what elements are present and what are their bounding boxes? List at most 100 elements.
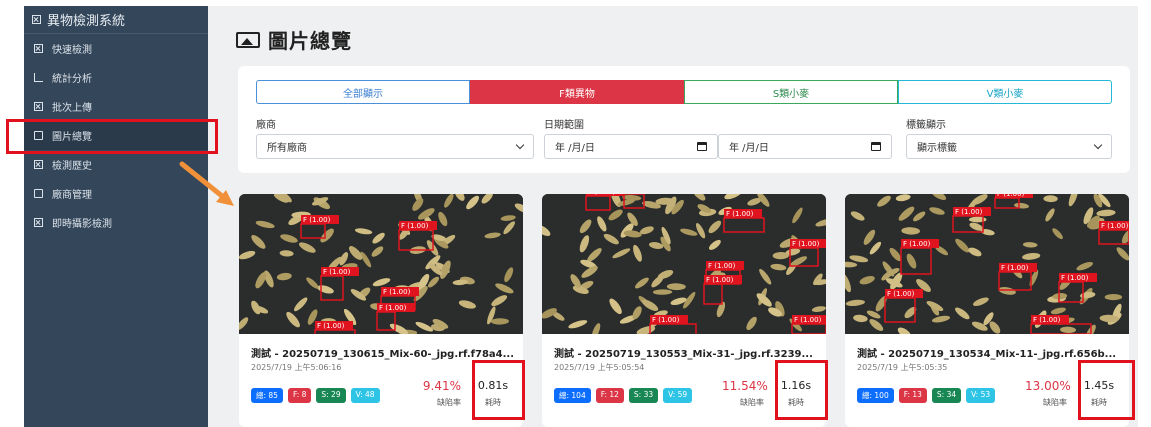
sidebar-item-batch-upload[interactable]: 批次上傳 <box>24 92 208 121</box>
detection-label: F (1.00) <box>997 194 1025 198</box>
chevron-down-icon <box>1093 140 1103 150</box>
detection-label: F (1.00) <box>401 222 429 230</box>
grain-image: F (1.00) F (1.00) F (1.00) F (1.00) F (1.00)… <box>239 194 523 334</box>
app-title-text: 異物檢測系統 <box>47 14 126 29</box>
defect-rate: 11.54% <box>722 379 768 393</box>
detection-image[interactable]: F (1.00) F (1.00) F (1.00) F (1.00) F (1.00)… <box>845 194 1129 334</box>
total-badge: 總: 100 <box>857 388 894 403</box>
tag-display-label: 標籤顯示 <box>906 120 946 131</box>
detection-label: F (1.00) <box>323 268 351 276</box>
defect-rate: 9.41% <box>422 379 461 393</box>
sidebar-item-label: 檢測歷史 <box>52 161 92 172</box>
defect-rate-label: 缺陷率 <box>1043 398 1067 407</box>
highlight-box <box>1078 360 1135 420</box>
x-box-icon <box>34 102 43 111</box>
detection-label: F (1.00) <box>794 316 822 324</box>
detection-label: F (1.00) <box>588 194 616 196</box>
highlight-box <box>6 119 218 154</box>
detection-label: F (1.00) <box>887 290 915 298</box>
vendor-select[interactable]: 所有廠商 <box>256 134 534 159</box>
f-badge: F: 8 <box>287 388 312 403</box>
vendor-select-value: 所有廠商 <box>267 143 307 154</box>
highlight-box <box>775 360 828 420</box>
detection-label: F (1.00) <box>317 322 345 330</box>
image-icon <box>236 31 260 48</box>
s-badge: S: 33 <box>628 388 659 403</box>
card-file-name: 測試 - 20250719_130615_Mix-60-_jpg.rf.f78a… <box>251 349 513 360</box>
tab-s-class[interactable]: S類小麥 <box>684 80 898 104</box>
s-badge: S: 34 <box>931 388 962 403</box>
page-title-text: 圖片總覽 <box>268 29 352 53</box>
grain-image: F (1.00) F (1.00) F (1.00) F (1.00) F (1.00)… <box>845 194 1129 334</box>
page-title: 圖片總覽 <box>236 25 352 54</box>
tab-all[interactable]: 全部顯示 <box>256 80 470 104</box>
detection-label: F (1.00) <box>792 240 820 248</box>
detection-image[interactable]: F (1.00) F (1.00) F (1.00) F (1.00) F (1.00)… <box>542 194 826 334</box>
detection-label: F (1.00) <box>708 262 736 270</box>
sidebar-item-statistics[interactable]: 統計分析 <box>24 63 208 92</box>
tag-display-select[interactable]: 顯示標籤 <box>906 134 1112 159</box>
image-background <box>239 194 523 334</box>
card-timestamp: 2025/7/19 上午5:05:35 <box>857 363 948 372</box>
card-timestamp: 2025/7/19 上午5:06:16 <box>251 363 342 372</box>
detection-label: F (1.00) <box>726 210 754 218</box>
grain <box>1104 294 1123 301</box>
tag-display-value: 顯示標籤 <box>917 143 957 154</box>
calendar-icon[interactable] <box>871 142 881 151</box>
highlight-box <box>472 360 525 420</box>
x-box-icon <box>32 15 41 24</box>
count-badges: 總: 104 F: 12 S: 33 V: 59 <box>554 388 693 403</box>
category-tabs: 全部顯示 F類異物 S類小麥 V類小麥 <box>256 80 1112 104</box>
f-badge: F: 12 <box>595 388 624 403</box>
total-badge: 總: 85 <box>251 388 283 403</box>
chart-icon <box>34 73 43 82</box>
main-content: 圖片總覽 全部顯示 F類異物 S類小麥 V類小麥 廠商 所有廠商 日期範圍 年 … <box>208 6 1138 427</box>
start-date-input[interactable]: 年 /月/日 <box>544 134 718 159</box>
v-badge: V: 59 <box>663 388 693 403</box>
x-box-icon <box>34 160 43 169</box>
arrow-icon <box>179 161 234 206</box>
calendar-icon[interactable] <box>697 142 707 151</box>
grain <box>968 216 987 223</box>
detection-label: F (1.00) <box>652 316 680 324</box>
sidebar: 異物檢測系統 快速檢測 統計分析 批次上傳 圖片總覽 檢測歷史 廠商管理 即時攝… <box>24 6 208 427</box>
sidebar-item-label: 快速檢測 <box>52 45 92 56</box>
start-date-value: 年 /月/日 <box>555 143 595 154</box>
card-timestamp: 2025/7/19 上午5:05:54 <box>554 363 645 372</box>
card-file-name: 測試 - 20250719_130553_Mix-31-_jpg.rf.3239… <box>554 349 813 360</box>
detection-label: F (1.00) <box>379 304 407 312</box>
store-icon <box>34 189 43 198</box>
defect-rate-label: 缺陷率 <box>437 398 461 407</box>
detection-label: F (1.00) <box>1001 264 1029 272</box>
x-box-icon <box>34 44 43 53</box>
detection-label: F (1.00) <box>1101 222 1129 230</box>
end-date-value: 年 /月/日 <box>729 143 769 154</box>
defect-rate: 13.00% <box>1025 379 1071 393</box>
defect-rate-label: 缺陷率 <box>740 398 764 407</box>
app-title: 異物檢測系統 <box>24 6 208 34</box>
end-date-input[interactable]: 年 /月/日 <box>718 134 892 159</box>
tab-f-class[interactable]: F類異物 <box>470 80 684 104</box>
tab-v-class[interactable]: V類小麥 <box>898 80 1112 104</box>
f-badge: F: 13 <box>898 388 927 403</box>
sidebar-item-label: 即時攝影檢測 <box>52 219 112 230</box>
detection-label: F (1.00) <box>383 288 411 296</box>
detection-label: F (1.00) <box>303 216 331 224</box>
detection-label: F (1.00) <box>706 276 734 284</box>
filter-panel: 全部顯示 F類異物 S類小麥 V類小麥 廠商 所有廠商 日期範圍 年 /月/日 … <box>238 66 1130 173</box>
detection-image[interactable]: F (1.00) F (1.00) F (1.00) F (1.00) F (1.00)… <box>239 194 523 334</box>
date-range-label: 日期範圍 <box>544 120 584 131</box>
detection-label: F (1.00) <box>955 208 983 216</box>
detection-label: F (1.00) <box>903 240 931 248</box>
sidebar-item-live-camera[interactable]: 即時攝影檢測 <box>24 208 208 237</box>
s-badge: S: 29 <box>316 388 346 403</box>
vendor-label: 廠商 <box>256 120 276 131</box>
count-badges: 總: 100 F: 13 S: 34 V: 53 <box>857 388 996 403</box>
count-badges: 總: 85 F: 8 S: 29 V: 48 <box>251 388 380 403</box>
sidebar-item-quick-detect[interactable]: 快速檢測 <box>24 34 208 63</box>
detection-label: F (1.00) <box>1061 274 1089 282</box>
sidebar-item-label: 廠商管理 <box>52 190 92 201</box>
v-badge: V: 53 <box>966 388 996 403</box>
sidebar-item-label: 統計分析 <box>52 74 92 85</box>
sidebar-item-label: 批次上傳 <box>52 103 92 114</box>
